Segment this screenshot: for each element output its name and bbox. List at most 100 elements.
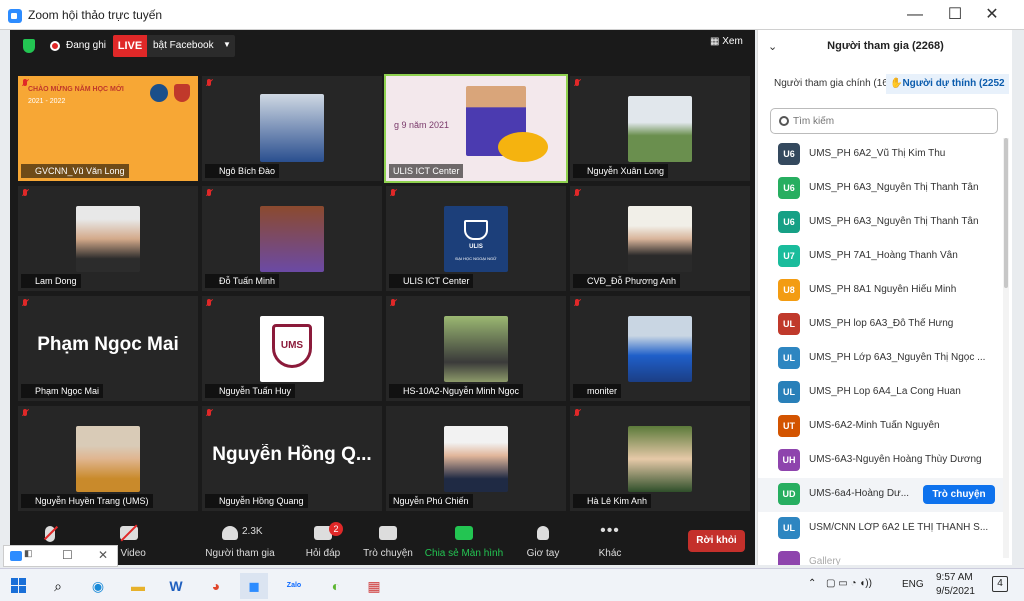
restore-icon[interactable]: ◧ (24, 548, 33, 559)
chat-with-participant-button[interactable]: Trò chuyện (923, 485, 995, 504)
video-tile[interactable]: ULIS ĐẠI HỌC NGOẠI NGỮ ULIS ICT Center (386, 186, 566, 291)
participant-row[interactable]: UT UMS-6A2-Minh Tuấn Nguyễn (758, 410, 1003, 444)
participant-row[interactable]: U6 UMS_PH 6A2_Vũ Thị Kim Thu (758, 138, 1003, 172)
chat-button[interactable]: Trò chuyện (360, 518, 416, 565)
video-tile[interactable]: Nguyễn Phú Chiến (386, 406, 566, 511)
tray-icons[interactable]: ▢ ▭ ◔ ◖)) (826, 578, 872, 589)
chrome-icon[interactable]: ◕ (202, 573, 230, 599)
tile-name: Nguyễn Phú Chiến (389, 494, 473, 508)
participant-row[interactable]: U6 UMS_PH 6A3_Nguyễn Thị Thanh Tân (758, 206, 1003, 240)
live-stream-button[interactable]: LIVE bật Facebook ▼ (113, 35, 235, 57)
tab-panelists[interactable]: Người tham gia chính (16) (770, 74, 895, 94)
video-tile[interactable]: CHÀO MỪNG NĂM HỌC MỚI 2021 - 2022 GVCNN_… (18, 76, 198, 181)
scrollbar-thumb[interactable] (1004, 138, 1008, 288)
participant-photo (444, 426, 508, 492)
video-tile[interactable]: Nguyễn Xuân Long (570, 76, 750, 181)
security-shield-icon[interactable] (23, 39, 35, 53)
avatar: UL (778, 517, 800, 539)
participant-row[interactable]: U8 UMS_PH 8A1 Nguyễn Hiếu Minh (758, 274, 1003, 308)
close-button[interactable]: ✕ (974, 4, 1010, 26)
video-tile[interactable]: Nguyễn Huyền Trang (UMS) (18, 406, 198, 511)
mic-muted-icon (21, 299, 29, 308)
word-icon[interactable]: W (162, 573, 190, 599)
tab-attendees[interactable]: ✋Người dự thính (2252 (886, 74, 1009, 94)
search-input[interactable] (793, 113, 983, 129)
participant-row[interactable]: Gallery (758, 546, 1003, 565)
minimize-button[interactable]: — (897, 4, 933, 26)
participants-panel: ⌄ Người tham gia (2268) Người tham gia c… (757, 30, 1012, 565)
search-taskbar-icon[interactable]: ⌕ (44, 573, 72, 599)
participant-row-hovered[interactable]: UD UMS-6a4-Hoàng Dư... Trò chuyện (758, 478, 1003, 512)
video-tile[interactable]: Nguyễn Hồng Q... Nguyễn Hồng Quang (202, 406, 382, 511)
video-tile[interactable]: HS-10A2-Nguyễn Minh Ngọc (386, 296, 566, 401)
clock-time[interactable]: 9:57 AM (936, 572, 973, 583)
recording-icon (50, 41, 60, 51)
mic-muted-icon (205, 79, 213, 88)
participant-name: UMS_PH lop 6A3_Đỗ Thế Hưng (809, 318, 954, 329)
participant-list-scrollbar[interactable] (1003, 138, 1009, 558)
view-label: Xem (722, 36, 743, 47)
mic-muted-icon (21, 79, 29, 88)
participant-name: UMS_PH 8A1 Nguyễn Hiếu Minh (809, 284, 957, 295)
minimize-mini-button[interactable]: ☐ (62, 548, 73, 562)
notification-center-icon[interactable]: 4 (992, 576, 1008, 592)
participant-row[interactable]: UH UMS-6A3-Nguyễn Hoàng Thùy Dương (758, 444, 1003, 478)
zalo-icon[interactable]: Zalo (280, 573, 308, 599)
avatar: UL (778, 381, 800, 403)
recording-label: Đang ghi (66, 40, 107, 51)
participant-row[interactable]: U6 UMS_PH 6A3_Nguyễn Thị Thanh Tân (758, 172, 1003, 206)
active-speaker-tile[interactable]: g 9 năm 2021 ULIS ICT Center (384, 74, 568, 183)
participant-row[interactable]: UL USM/CNN LỚP 6A2 LÊ THỊ THANH S... (758, 512, 1003, 546)
avatar: U6 (778, 177, 800, 199)
close-mini-button[interactable]: ✕ (98, 548, 108, 562)
ums-logo-icon (174, 84, 190, 102)
share-screen-button[interactable]: Chia sẻ Màn hình (422, 518, 506, 565)
video-tile[interactable]: Đỗ Tuấn Minh (202, 186, 382, 291)
participant-photo (628, 206, 692, 272)
participant-row[interactable]: UL UMS_PH Lớp 6A3_Nguyễn Thị Ngọc ... (758, 342, 1003, 376)
zoom-logo-icon (8, 9, 22, 23)
video-tile[interactable]: Phạm Ngọc Mai Phạm Ngọc Mai (18, 296, 198, 401)
edge-icon[interactable]: ◉ (84, 573, 112, 599)
video-tile[interactable]: CVĐ_Đỗ Phương Anh (570, 186, 750, 291)
windows-start-icon[interactable] (11, 578, 26, 593)
raise-hand-button[interactable]: Giơ tay (518, 518, 568, 565)
qa-button[interactable]: 2 Hỏi đáp (298, 518, 348, 565)
clock-date[interactable]: 9/5/2021 (936, 586, 975, 597)
window-title: Zoom hội thảo trực tuyến (28, 8, 163, 22)
video-tile[interactable]: Ngô Bích Đào (202, 76, 382, 181)
raise-hand-icon (537, 526, 549, 540)
maximize-button[interactable]: ☐ (937, 4, 973, 26)
file-explorer-icon[interactable]: ▬ (124, 573, 152, 599)
tile-name: moniter (573, 384, 622, 398)
participant-row[interactable]: UL UMS_PH Lop 6A4_La Cong Huan (758, 376, 1003, 410)
language-indicator[interactable]: ENG (902, 579, 924, 590)
tray-chevron-up-icon[interactable]: ⌃ (808, 578, 816, 589)
video-tile[interactable]: UMS Nguyễn Tuấn Huy (202, 296, 382, 401)
view-button[interactable]: ▦ Xem (710, 36, 743, 47)
app-icon[interactable]: ▦ (360, 573, 388, 599)
more-button[interactable]: ••• Khác (588, 518, 632, 565)
tile-name: Phạm Ngọc Mai (21, 384, 104, 398)
video-tile[interactable]: Lam Dong (18, 186, 198, 291)
more-label: Khác (598, 548, 622, 559)
meeting-topbar: Đang ghi LIVE bật Facebook ▼ ▦ Xem (10, 30, 755, 62)
participant-row[interactable]: UL UMS_PH lop 6A3_Đỗ Thế Hưng (758, 308, 1003, 342)
participant-photo (628, 316, 692, 382)
avatar: UD (778, 483, 800, 505)
zoom-taskbar-icon[interactable]: ◼ (240, 573, 268, 599)
mic-muted-icon (205, 409, 213, 418)
coccoc-icon[interactable]: ◐ (322, 573, 350, 599)
avatar: U6 (778, 143, 800, 165)
leave-button[interactable]: Rời khỏi (688, 530, 745, 552)
participants-button[interactable]: 2.3K Người tham gia (200, 518, 280, 565)
video-tile[interactable]: moniter (570, 296, 750, 401)
qa-badge: 2 (329, 522, 343, 536)
participant-search[interactable] (770, 108, 998, 134)
participant-name: UMS_PH Lớp 6A3_Nguyễn Thị Ngọc ... (809, 352, 986, 363)
mic-muted-icon (389, 189, 397, 198)
participant-row[interactable]: U7 UMS_PH 7A1_Hoàng Thanh Vân (758, 240, 1003, 274)
participant-name: Gallery (809, 556, 841, 565)
video-tile[interactable]: Hà Lê Kim Anh (570, 406, 750, 511)
avatar: U8 (778, 279, 800, 301)
